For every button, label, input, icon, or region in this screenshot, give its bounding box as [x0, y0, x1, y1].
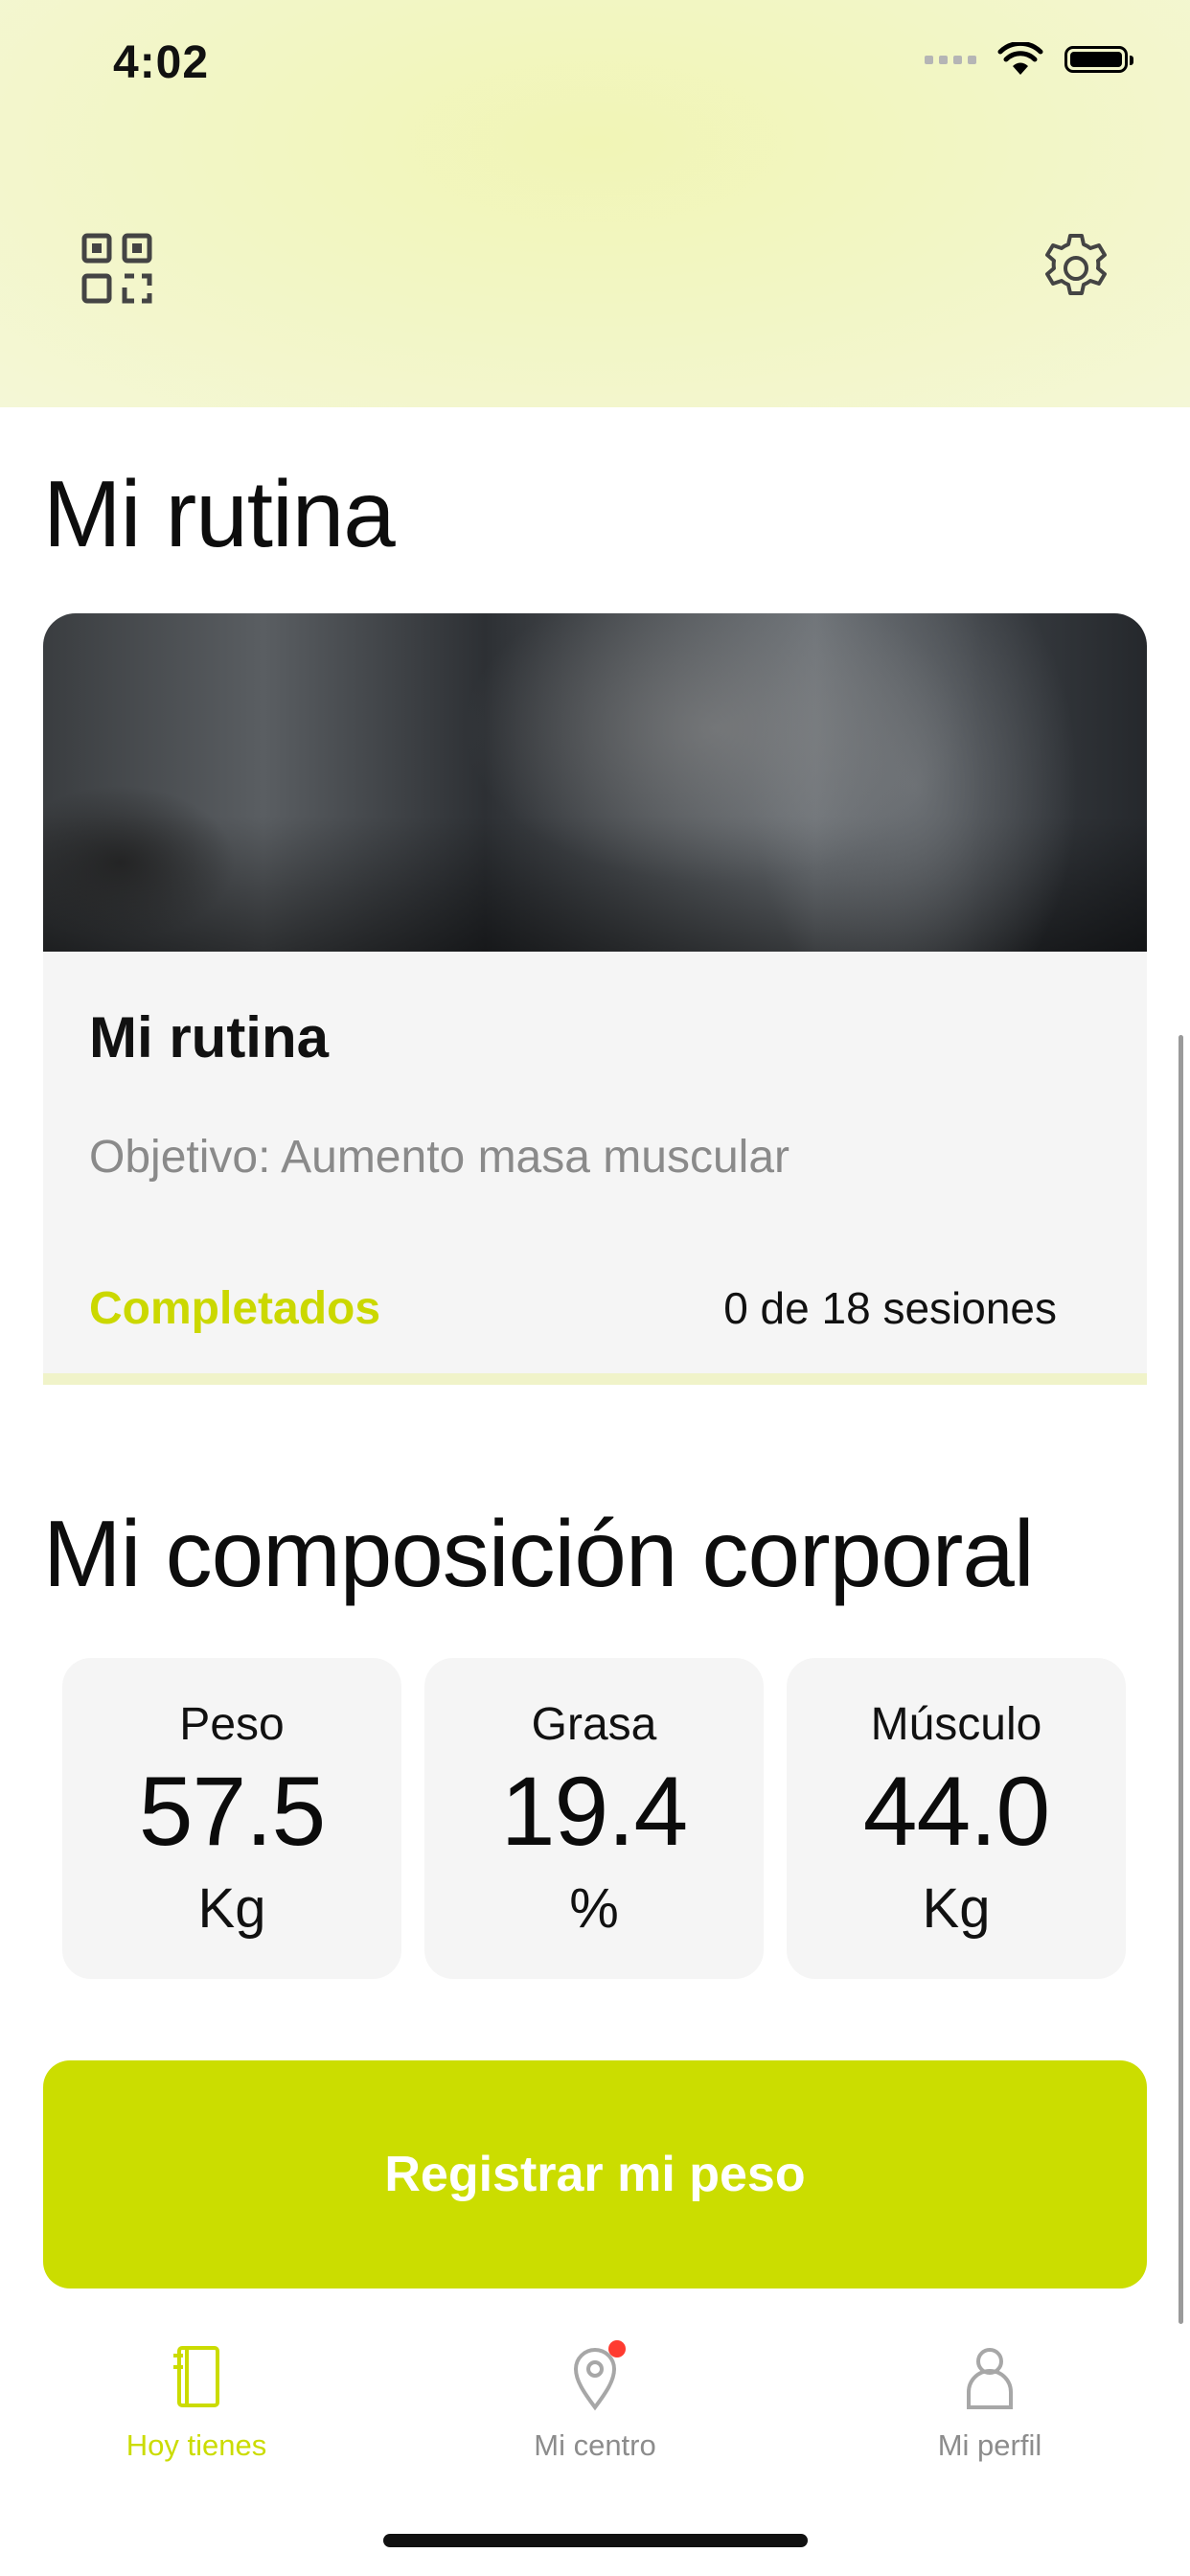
routine-photo — [43, 613, 1147, 952]
qr-code-icon — [81, 233, 152, 304]
metrics-row: Peso 57.5 Kg Grasa 19.4 % Músculo 44.0 K… — [62, 1658, 1126, 1979]
metric-card-muscle: Músculo 44.0 Kg — [787, 1658, 1126, 1979]
routine-card-title: Mi rutina — [89, 1005, 329, 1070]
notification-badge — [608, 2340, 626, 2358]
metric-label: Músculo — [870, 1699, 1042, 1750]
sessions-progress-bar — [43, 1373, 1147, 1385]
settings-button[interactable] — [1038, 230, 1114, 307]
person-icon — [951, 2338, 1028, 2415]
status-icons — [925, 42, 1133, 77]
gear-icon — [1045, 234, 1107, 295]
tab-bar: Hoy tienes Mi centro Mi perfil — [0, 2338, 1190, 2482]
completed-label: Completados — [89, 1283, 381, 1334]
wifi-icon — [997, 42, 1043, 75]
metric-card-weight: Peso 57.5 Kg — [62, 1658, 401, 1979]
map-pin-icon — [557, 2338, 633, 2415]
tab-mi-perfil[interactable]: Mi perfil — [846, 2338, 1133, 2463]
qr-code-button[interactable] — [79, 230, 155, 307]
metric-card-fat: Grasa 19.4 % — [424, 1658, 764, 1979]
metric-value: 44.0 — [862, 1757, 1051, 1866]
metric-unit: Kg — [197, 1877, 266, 1940]
tab-label: Mi centro — [534, 2428, 656, 2462]
battery-icon — [1064, 46, 1133, 73]
composition-section-title: Mi composición corporal — [43, 1501, 1035, 1606]
routine-section-title: Mi rutina — [43, 461, 396, 566]
tab-hoy-tienes[interactable]: Hoy tienes — [53, 2338, 340, 2463]
routine-card[interactable]: Mi rutina Objetivo: Aumento masa muscula… — [43, 613, 1147, 1385]
header: 4:02 — [0, 0, 1190, 407]
routine-card-subtitle: Objetivo: Aumento masa muscular — [89, 1132, 790, 1183]
metric-value: 19.4 — [500, 1757, 689, 1866]
sessions-count: 0 de 18 sesiones — [723, 1283, 1057, 1333]
register-weight-button[interactable]: Registrar mi peso — [43, 2060, 1147, 2288]
notebook-icon — [158, 2338, 235, 2415]
metric-value: 57.5 — [138, 1757, 327, 1866]
metric-label: Peso — [179, 1699, 285, 1750]
metric-label: Grasa — [531, 1699, 657, 1750]
tab-label: Mi perfil — [937, 2428, 1042, 2462]
tab-mi-centro[interactable]: Mi centro — [451, 2338, 739, 2463]
scroll-indicator[interactable] — [1179, 1035, 1183, 2324]
status-time: 4:02 — [113, 37, 210, 88]
tab-label: Hoy tienes — [126, 2428, 267, 2462]
metric-unit: % — [569, 1877, 619, 1940]
metric-unit: Kg — [922, 1877, 991, 1940]
home-indicator — [383, 2534, 808, 2547]
signal-icon — [925, 55, 976, 64]
